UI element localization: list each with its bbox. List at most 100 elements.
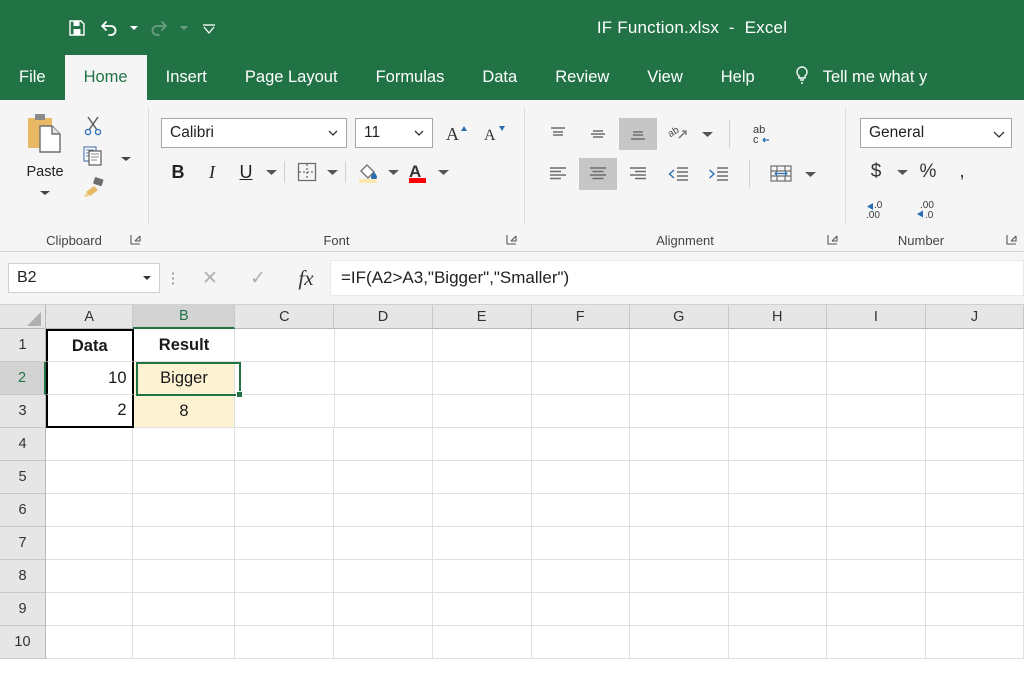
row-header-3[interactable]: 3	[0, 395, 46, 428]
cell-j8[interactable]	[925, 560, 1024, 593]
tab-data[interactable]: Data	[463, 55, 536, 100]
merge-dropdown-icon[interactable]	[802, 158, 818, 190]
column-header-j[interactable]: J	[925, 305, 1024, 329]
customize-quick-access-toolbar-icon[interactable]	[194, 13, 224, 43]
cell-g4[interactable]	[629, 428, 729, 461]
comma-style-button[interactable]: ,	[946, 157, 978, 187]
increase-font-size-icon[interactable]: A	[441, 118, 471, 148]
formula-bar-splitter[interactable]: ⋮	[160, 269, 186, 287]
cell-f3[interactable]	[531, 395, 630, 428]
row-header-5[interactable]: 5	[0, 461, 46, 494]
cell-c6[interactable]	[235, 494, 335, 527]
cell-a5[interactable]	[46, 461, 134, 494]
font-color-dropdown-icon[interactable]	[435, 156, 451, 188]
redo-icon[interactable]	[144, 13, 174, 43]
row-header-6[interactable]: 6	[0, 494, 46, 527]
undo-icon[interactable]	[94, 13, 124, 43]
cell-h2[interactable]	[728, 362, 827, 395]
cell-f4[interactable]	[531, 428, 630, 461]
cell-h1[interactable]	[728, 329, 827, 362]
cell-i3[interactable]	[826, 395, 926, 428]
column-header-b[interactable]: B	[133, 305, 236, 329]
cell-f7[interactable]	[531, 527, 630, 560]
row-header-9[interactable]: 9	[0, 593, 46, 626]
cell-h7[interactable]	[728, 527, 827, 560]
cell-j9[interactable]	[925, 593, 1024, 626]
cell-g5[interactable]	[629, 461, 729, 494]
cell-h3[interactable]	[728, 395, 827, 428]
cell-c4[interactable]	[235, 428, 335, 461]
cell-c2[interactable]	[235, 362, 335, 395]
cell-e5[interactable]	[432, 461, 532, 494]
cell-j1[interactable]	[925, 329, 1024, 362]
cell-d2[interactable]	[334, 362, 433, 395]
cell-i2[interactable]	[826, 362, 926, 395]
merge-and-center-button[interactable]	[762, 158, 800, 190]
cell-c3[interactable]	[235, 395, 335, 428]
align-left-button[interactable]	[539, 158, 577, 190]
cell-b9[interactable]	[133, 593, 236, 626]
cell-d4[interactable]	[334, 428, 433, 461]
column-header-d[interactable]: D	[334, 305, 433, 329]
paste-button[interactable]: Paste	[8, 110, 82, 203]
cell-e4[interactable]	[432, 428, 532, 461]
cell-b2[interactable]: Bigger	[133, 362, 236, 395]
cell-g1[interactable]	[629, 329, 729, 362]
cell-d9[interactable]	[334, 593, 433, 626]
cell-e8[interactable]	[432, 560, 532, 593]
wrap-text-button[interactable]: ab c	[744, 118, 782, 150]
cell-f2[interactable]	[531, 362, 630, 395]
cell-h9[interactable]	[728, 593, 827, 626]
middle-align-button[interactable]	[579, 118, 617, 150]
center-button[interactable]	[579, 158, 617, 190]
cut-icon[interactable]	[82, 114, 104, 141]
cell-g7[interactable]	[629, 527, 729, 560]
paste-dropdown-icon[interactable]	[39, 184, 51, 202]
cell-c7[interactable]	[235, 527, 335, 560]
cell-b6[interactable]	[133, 494, 236, 527]
cell-e9[interactable]	[432, 593, 532, 626]
tab-formulas[interactable]: Formulas	[357, 55, 464, 100]
tab-file[interactable]: File	[0, 55, 65, 100]
column-header-a[interactable]: A	[46, 305, 134, 329]
cell-g6[interactable]	[629, 494, 729, 527]
cell-f1[interactable]	[531, 329, 630, 362]
row-header-10[interactable]: 10	[0, 626, 46, 659]
increase-decimal-button[interactable]: .0 .00	[860, 194, 902, 224]
cell-b8[interactable]	[133, 560, 236, 593]
cell-i8[interactable]	[826, 560, 926, 593]
insert-function-icon[interactable]: fx	[282, 260, 330, 296]
cell-j2[interactable]	[925, 362, 1024, 395]
cell-i9[interactable]	[826, 593, 926, 626]
cell-d10[interactable]	[334, 626, 433, 659]
cell-b1[interactable]: Result	[133, 329, 236, 362]
column-header-e[interactable]: E	[432, 305, 532, 329]
redo-dropdown-icon[interactable]	[176, 13, 192, 43]
cell-a9[interactable]	[46, 593, 134, 626]
bottom-align-button[interactable]	[619, 118, 657, 150]
number-dialog-launcher-icon[interactable]	[1005, 233, 1018, 246]
font-color-button[interactable]: A	[401, 156, 435, 188]
cell-d8[interactable]	[334, 560, 433, 593]
cell-b3[interactable]: 8	[133, 395, 236, 428]
cell-j7[interactable]	[925, 527, 1024, 560]
cell-f8[interactable]	[531, 560, 630, 593]
cell-e10[interactable]	[432, 626, 532, 659]
percent-style-button[interactable]: %	[912, 157, 944, 187]
cell-i7[interactable]	[826, 527, 926, 560]
cell-a6[interactable]	[46, 494, 134, 527]
fill-color-button[interactable]	[351, 156, 385, 188]
increase-indent-button[interactable]	[699, 158, 737, 190]
cell-d1[interactable]	[334, 329, 433, 362]
clipboard-dialog-launcher-icon[interactable]	[129, 233, 142, 246]
cell-b4[interactable]	[133, 428, 236, 461]
cell-j3[interactable]	[925, 395, 1024, 428]
cell-h8[interactable]	[728, 560, 827, 593]
cell-h4[interactable]	[728, 428, 827, 461]
cell-f9[interactable]	[531, 593, 630, 626]
cell-f5[interactable]	[531, 461, 630, 494]
cell-c1[interactable]	[235, 329, 335, 362]
cell-a8[interactable]	[46, 560, 134, 593]
cell-c10[interactable]	[235, 626, 335, 659]
borders-button[interactable]	[290, 156, 324, 188]
